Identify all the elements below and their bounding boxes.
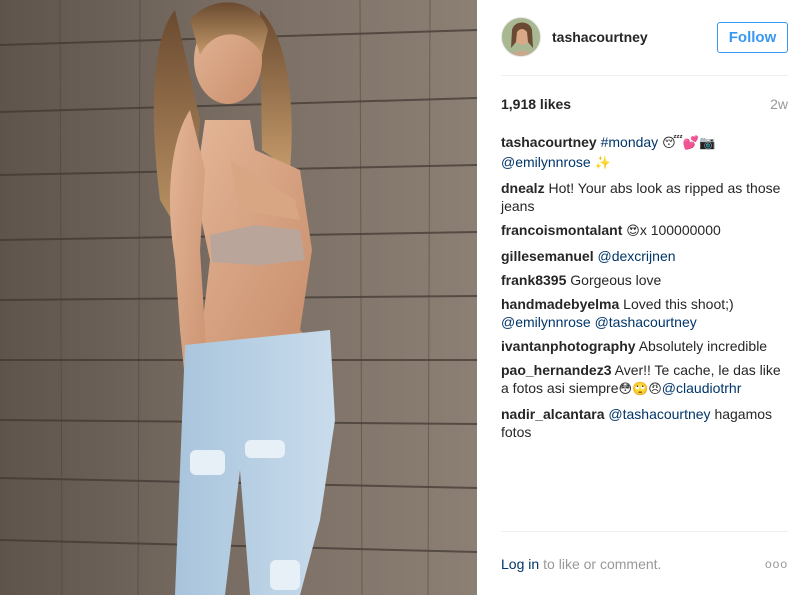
list-item: nadir_alcantara @tashacourtney hagamos f…: [501, 405, 788, 441]
mention-link[interactable]: @claudiotrhr: [662, 380, 742, 396]
sparkle-emoji: ✨: [594, 156, 611, 171]
comment-text: Gorgeous love: [570, 272, 662, 288]
post-footer: Log in to like or comment. ooo: [501, 556, 788, 572]
post-stats: 1,918 likes 2w: [501, 96, 788, 112]
post-header: tashacourtney Follow: [501, 16, 788, 58]
comment-username[interactable]: pao_hernandez3: [501, 362, 611, 378]
comments-list: tashacourtney #monday 😴💕📷 @emilynnrose ✨…: [501, 133, 788, 447]
comment-username[interactable]: handmadebyelma: [501, 296, 619, 312]
comment-text: Loved this shoot;): [623, 296, 734, 312]
list-item: gillesemanuel @dexcrijnen: [501, 247, 788, 265]
login-link[interactable]: Log in: [501, 556, 539, 572]
comment-emoji: 😍: [626, 224, 640, 239]
list-item: handmadebyelma Loved this shoot;) @emily…: [501, 295, 788, 331]
comment-username[interactable]: dnealz: [501, 180, 545, 196]
post-age[interactable]: 2w: [770, 96, 788, 112]
comment-emoji: 😳🙄😠: [618, 382, 662, 397]
list-item: francoismontalant 😍x 100000000: [501, 221, 788, 241]
comment-username[interactable]: tashacourtney: [501, 134, 597, 150]
comment-username[interactable]: gillesemanuel: [501, 248, 594, 264]
comment-username[interactable]: ivantanphotography: [501, 338, 636, 354]
follow-button[interactable]: Follow: [717, 21, 788, 53]
hashtag-link[interactable]: #monday: [601, 134, 659, 150]
list-item: frank8395 Gorgeous love: [501, 271, 788, 289]
post-details-panel: tashacourtney Follow 1,918 likes 2w tash…: [477, 0, 808, 595]
list-item: pao_hernandez3 Aver!! Te cache, le das l…: [501, 361, 788, 399]
mention-link[interactable]: @emilynnrose @tashacourtney: [501, 314, 697, 330]
mention-link[interactable]: @dexcrijnen: [597, 248, 675, 264]
mention-link[interactable]: @tashacourtney: [608, 406, 710, 422]
comment-username[interactable]: frank8395: [501, 272, 566, 288]
post-author-username[interactable]: tashacourtney: [552, 29, 648, 45]
comment-text: Absolutely incredible: [638, 338, 768, 354]
more-options-icon[interactable]: ooo: [765, 557, 788, 571]
post-photo[interactable]: [0, 0, 477, 595]
header-divider: [501, 75, 788, 76]
comment-username[interactable]: francoismontalant: [501, 222, 622, 238]
list-item: ivantanphotography Absolutely incredible: [501, 337, 788, 355]
comment-text: x 100000000: [639, 222, 721, 238]
caption: tashacourtney #monday 😴💕📷 @emilynnrose ✨: [501, 133, 788, 173]
comment-username[interactable]: nadir_alcantara: [501, 406, 605, 422]
login-prompt-text: to like or comment.: [543, 556, 662, 572]
mention-link[interactable]: @emilynnrose: [501, 154, 591, 170]
footer-divider: [501, 531, 788, 532]
post-image: [0, 0, 477, 595]
avatar[interactable]: [501, 17, 541, 57]
likes-count[interactable]: 1,918 likes: [501, 96, 571, 112]
caption-emoji: 😴💕📷: [662, 136, 716, 151]
list-item: dnealz Hot! Your abs look as ripped as t…: [501, 179, 788, 215]
